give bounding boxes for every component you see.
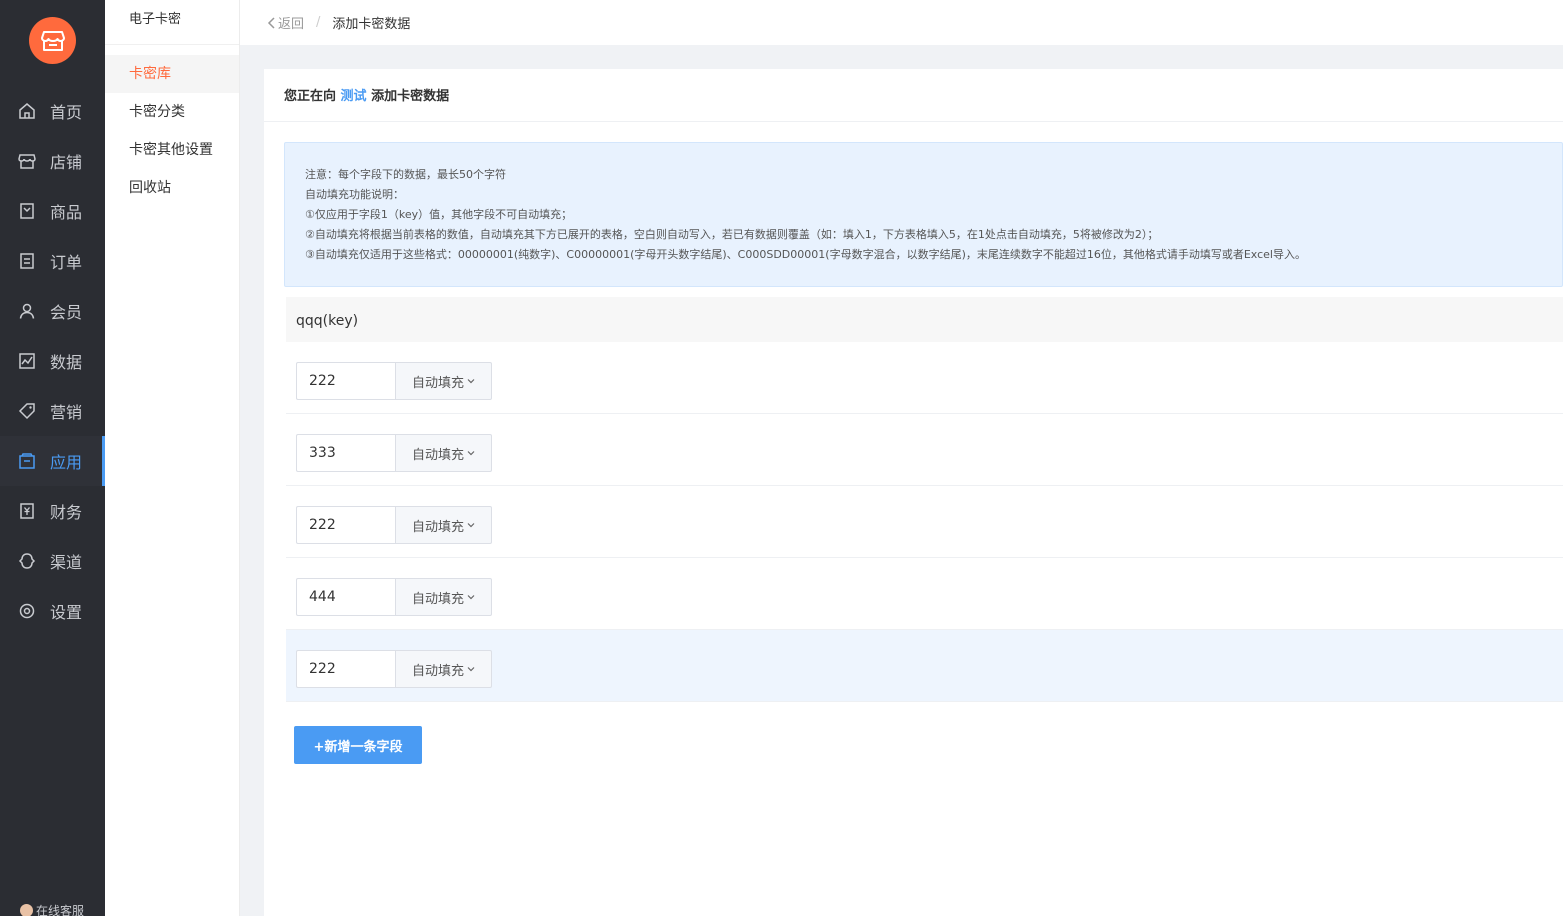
add-field-button[interactable]: +新增一条字段	[294, 726, 422, 764]
notice-line: ①仅应用于字段1（key）值，其他字段不可自动填充；	[305, 208, 573, 221]
autofill-label: 自动填充	[411, 591, 464, 607]
table-row: 自动填充	[286, 630, 1563, 702]
back-label: 返回	[278, 17, 305, 32]
nav-item-label: 商品	[50, 203, 83, 222]
key-input[interactable]	[296, 650, 395, 688]
channel-icon	[18, 552, 36, 570]
tag-icon	[18, 402, 36, 420]
autofill-button[interactable]: 自动填充	[395, 506, 492, 544]
content-card: 您正在向 测试 添加卡密数据 注意：每个字段下的数据，最长50个字符 自动填充功…	[264, 69, 1563, 916]
title-suffix: 添加卡密数据	[371, 89, 450, 104]
store-logo[interactable]	[29, 17, 76, 64]
autofill-label: 自动填充	[411, 663, 464, 679]
nav-item-store[interactable]: 店铺	[0, 136, 105, 186]
nav-item-orders[interactable]: 订单	[0, 236, 105, 286]
autofill-button[interactable]: 自动填充	[395, 578, 492, 616]
gear-icon	[18, 602, 36, 620]
nav-item-finance[interactable]: 财务	[0, 486, 105, 536]
nav-item-members[interactable]: 会员	[0, 286, 105, 336]
notice-line: ②自动填充将根据当前表格的数值，自动填充其下方已展开的表格，空白则自动写入，若已…	[305, 228, 1159, 241]
breadcrumb: 返回 / 添加卡密数据	[240, 0, 1563, 45]
user-icon	[18, 302, 36, 320]
nav-item-label: 订单	[50, 253, 83, 272]
autofill-button[interactable]: 自动填充	[395, 650, 492, 688]
nav-item-marketing[interactable]: 营销	[0, 386, 105, 436]
chevron-down-icon	[467, 594, 475, 600]
nav-item-home[interactable]: 首页	[0, 86, 105, 136]
finance-icon	[18, 502, 36, 520]
title-target: 测试	[340, 89, 367, 104]
home-icon	[18, 102, 36, 120]
page-title: 您正在向 测试 添加卡密数据	[264, 69, 1563, 122]
order-icon	[18, 252, 36, 270]
nav-item-label: 首页	[50, 103, 83, 122]
key-input[interactable]	[296, 578, 395, 616]
online-service-link[interactable]: 在线客服	[20, 902, 84, 916]
breadcrumb-current: 添加卡密数据	[332, 17, 411, 32]
nav-item-data[interactable]: 数据	[0, 336, 105, 386]
chart-icon	[18, 352, 36, 370]
chevron-down-icon	[467, 522, 475, 528]
chevron-down-icon	[467, 378, 475, 384]
field-header: qqq(key)	[286, 297, 1563, 342]
nav-item-label: 营销	[50, 403, 83, 422]
key-input[interactable]	[296, 506, 395, 544]
autofill-button[interactable]: 自动填充	[395, 434, 492, 472]
nav-item-settings[interactable]: 设置	[0, 586, 105, 636]
nav-item-label: 店铺	[50, 153, 83, 172]
nav-item-channels[interactable]: 渠道	[0, 536, 105, 586]
sub-item-card-category[interactable]: 卡密分类	[105, 93, 239, 131]
nav-item-label: 应用	[50, 453, 83, 472]
nav-item-apps[interactable]: 应用	[0, 436, 105, 486]
nav-item-label: 渠道	[50, 553, 83, 572]
nav-item-label: 会员	[50, 303, 83, 322]
sub-sidebar-title: 电子卡密	[105, 0, 239, 45]
notice-line: 注意：每个字段下的数据，最长50个字符	[305, 168, 506, 181]
service-avatar-icon	[20, 904, 33, 916]
title-prefix: 您正在向	[284, 89, 337, 104]
sub-item-card-library[interactable]: 卡密库	[105, 55, 239, 93]
autofill-button[interactable]: 自动填充	[395, 362, 492, 400]
key-input[interactable]	[296, 362, 395, 400]
goods-icon	[18, 202, 36, 220]
table-row: 自动填充	[286, 486, 1563, 558]
notice-line: ③自动填充仅适用于这些格式：00000001(纯数字)、C00000001(字母…	[305, 248, 1306, 261]
nav-item-label: 设置	[50, 603, 83, 622]
store-icon	[18, 152, 36, 170]
chevron-down-icon	[467, 450, 475, 456]
table-row: 自动填充	[286, 342, 1563, 414]
primary-sidebar: 首页 店铺 商品 订单 会员 数据 营销 应用 财务 渠道 设置 在线客服	[0, 0, 105, 916]
shop-logo-icon	[40, 30, 65, 51]
key-input[interactable]	[296, 434, 395, 472]
secondary-sidebar: 电子卡密 卡密库 卡密分类 卡密其他设置 回收站	[105, 0, 240, 916]
service-label: 在线客服	[36, 904, 85, 916]
breadcrumb-separator: /	[316, 15, 321, 30]
app-icon	[18, 452, 36, 470]
sub-item-recycle-bin[interactable]: 回收站	[105, 169, 239, 207]
back-link[interactable]: 返回	[266, 13, 304, 32]
notice-line: 自动填充功能说明：	[305, 188, 404, 201]
table-row: 自动填充	[286, 558, 1563, 630]
autofill-label: 自动填充	[411, 375, 464, 391]
nav-item-label: 数据	[50, 353, 83, 372]
autofill-label: 自动填充	[411, 519, 464, 535]
chevron-left-icon	[267, 16, 275, 29]
notice-box: 注意：每个字段下的数据，最长50个字符 自动填充功能说明： ①仅应用于字段1（k…	[284, 142, 1563, 287]
table-row: 自动填充	[286, 414, 1563, 486]
nav-item-label: 财务	[50, 503, 83, 522]
chevron-down-icon	[467, 666, 475, 672]
autofill-label: 自动填充	[411, 447, 464, 463]
nav-item-goods[interactable]: 商品	[0, 186, 105, 236]
sub-item-card-settings[interactable]: 卡密其他设置	[105, 131, 239, 169]
